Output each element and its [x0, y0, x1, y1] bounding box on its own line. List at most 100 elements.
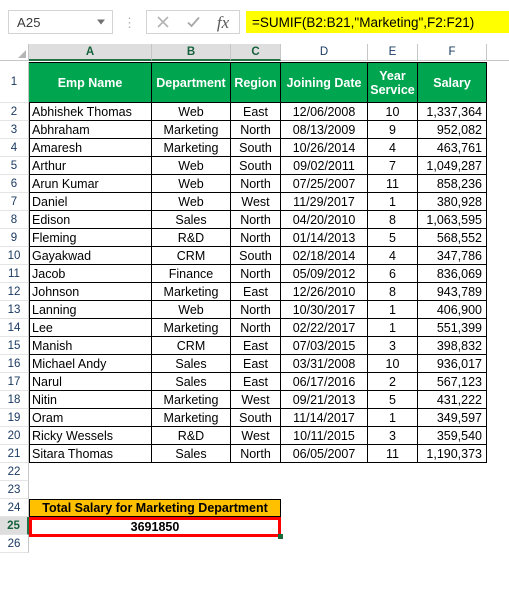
- row-header-16[interactable]: 16: [0, 355, 29, 373]
- table-cell-date[interactable]: 01/14/2013: [281, 229, 368, 247]
- cancel-x-icon[interactable]: [153, 12, 173, 32]
- table-cell-region[interactable]: North: [231, 175, 281, 193]
- table-cell-dept[interactable]: Marketing: [152, 319, 231, 337]
- table-cell-region[interactable]: North: [231, 211, 281, 229]
- table-cell-region[interactable]: East: [231, 283, 281, 301]
- table-cell-salary[interactable]: 1,190,373: [418, 445, 487, 463]
- table-cell-name[interactable]: Abhraham: [29, 121, 152, 139]
- table-cell-date[interactable]: 09/21/2013: [281, 391, 368, 409]
- table-cell-dept[interactable]: Web: [152, 175, 231, 193]
- row-header-6[interactable]: 6: [0, 175, 29, 193]
- table-cell-name[interactable]: Oram: [29, 409, 152, 427]
- table-cell-dept[interactable]: Web: [152, 301, 231, 319]
- column-header-c[interactable]: C: [231, 44, 281, 61]
- table-cell-name[interactable]: Amaresh: [29, 139, 152, 157]
- table-cell-name[interactable]: Fleming: [29, 229, 152, 247]
- table-cell-date[interactable]: 06/05/2007: [281, 445, 368, 463]
- table-column-header[interactable]: Joining Date: [281, 63, 368, 103]
- table-cell-region[interactable]: North: [231, 445, 281, 463]
- table-cell-years[interactable]: 8: [368, 283, 418, 301]
- table-column-header[interactable]: Year Service: [368, 63, 418, 103]
- table-cell-salary[interactable]: 380,928: [418, 193, 487, 211]
- table-cell-salary[interactable]: 349,597: [418, 409, 487, 427]
- table-cell-salary[interactable]: 406,900: [418, 301, 487, 319]
- table-cell-dept[interactable]: Marketing: [152, 139, 231, 157]
- table-cell-region[interactable]: South: [231, 139, 281, 157]
- table-cell-name[interactable]: Abhishek Thomas: [29, 103, 152, 121]
- row-header-12[interactable]: 12: [0, 283, 29, 301]
- table-cell-dept[interactable]: CRM: [152, 337, 231, 355]
- summary-label-cell[interactable]: Total Salary for Marketing Department: [29, 499, 281, 517]
- row-header-11[interactable]: 11: [0, 265, 29, 283]
- table-cell-salary[interactable]: 398,832: [418, 337, 487, 355]
- table-cell-date[interactable]: 10/26/2014: [281, 139, 368, 157]
- table-cell-name[interactable]: Jacob: [29, 265, 152, 283]
- table-cell-region[interactable]: West: [231, 391, 281, 409]
- table-cell-dept[interactable]: Web: [152, 193, 231, 211]
- table-cell-dept[interactable]: R&D: [152, 229, 231, 247]
- table-cell-salary[interactable]: 836,069: [418, 265, 487, 283]
- row-header-14[interactable]: 14: [0, 319, 29, 337]
- table-cell-name[interactable]: Ricky Wessels: [29, 427, 152, 445]
- table-cell-region[interactable]: South: [231, 247, 281, 265]
- table-cell-date[interactable]: 08/13/2009: [281, 121, 368, 139]
- row-header-9[interactable]: 9: [0, 229, 29, 247]
- table-cell-salary[interactable]: 567,123: [418, 373, 487, 391]
- row-header-13[interactable]: 13: [0, 301, 29, 319]
- table-cell-years[interactable]: 8: [368, 211, 418, 229]
- table-cell-region[interactable]: East: [231, 355, 281, 373]
- table-cell-name[interactable]: Gayakwad: [29, 247, 152, 265]
- table-cell-date[interactable]: 11/14/2017: [281, 409, 368, 427]
- table-cell-dept[interactable]: Marketing: [152, 391, 231, 409]
- table-cell-name[interactable]: Johnson: [29, 283, 152, 301]
- table-cell-years[interactable]: 9: [368, 121, 418, 139]
- table-cell-years[interactable]: 4: [368, 247, 418, 265]
- name-box[interactable]: A25: [8, 10, 113, 34]
- table-cell-region[interactable]: North: [231, 301, 281, 319]
- table-cell-dept[interactable]: Sales: [152, 211, 231, 229]
- table-cell-years[interactable]: 10: [368, 103, 418, 121]
- row-header-20[interactable]: 20: [0, 427, 29, 445]
- table-cell-salary[interactable]: 1,063,595: [418, 211, 487, 229]
- table-cell-salary[interactable]: 463,761: [418, 139, 487, 157]
- chevron-down-icon[interactable]: [97, 19, 105, 25]
- table-cell-date[interactable]: 12/06/2008: [281, 103, 368, 121]
- table-cell-name[interactable]: Nitin: [29, 391, 152, 409]
- row-header-24[interactable]: 24: [0, 499, 29, 517]
- table-cell-region[interactable]: East: [231, 337, 281, 355]
- column-header-f[interactable]: F: [418, 44, 487, 61]
- table-cell-date[interactable]: 07/03/2015: [281, 337, 368, 355]
- table-cell-dept[interactable]: Finance: [152, 265, 231, 283]
- table-cell-dept[interactable]: Marketing: [152, 121, 231, 139]
- table-cell-region[interactable]: West: [231, 193, 281, 211]
- table-cell-name[interactable]: Narul: [29, 373, 152, 391]
- table-cell-dept[interactable]: Marketing: [152, 409, 231, 427]
- table-cell-salary[interactable]: 858,236: [418, 175, 487, 193]
- table-cell-region[interactable]: East: [231, 103, 281, 121]
- row-header-4[interactable]: 4: [0, 139, 29, 157]
- table-cell-years[interactable]: 7: [368, 157, 418, 175]
- table-cell-dept[interactable]: Marketing: [152, 283, 231, 301]
- row-header-18[interactable]: 18: [0, 391, 29, 409]
- table-cell-salary[interactable]: 1,337,364: [418, 103, 487, 121]
- table-cell-salary[interactable]: 936,017: [418, 355, 487, 373]
- table-cell-years[interactable]: 1: [368, 319, 418, 337]
- row-header-22[interactable]: 22: [0, 463, 29, 481]
- table-cell-date[interactable]: 10/30/2017: [281, 301, 368, 319]
- table-cell-region[interactable]: North: [231, 319, 281, 337]
- table-cell-dept[interactable]: Sales: [152, 355, 231, 373]
- column-header-d[interactable]: D: [281, 44, 368, 61]
- table-cell-date[interactable]: 11/29/2017: [281, 193, 368, 211]
- table-cell-region[interactable]: West: [231, 427, 281, 445]
- table-cell-date[interactable]: 10/11/2015: [281, 427, 368, 445]
- select-all-corner[interactable]: [0, 44, 29, 61]
- row-header-1[interactable]: 1: [0, 62, 29, 103]
- table-cell-date[interactable]: 09/02/2011: [281, 157, 368, 175]
- table-column-header[interactable]: Region: [231, 63, 281, 103]
- table-cell-dept[interactable]: R&D: [152, 427, 231, 445]
- table-cell-date[interactable]: 02/18/2014: [281, 247, 368, 265]
- table-cell-years[interactable]: 3: [368, 337, 418, 355]
- table-column-header[interactable]: Emp Name: [29, 63, 152, 103]
- table-cell-name[interactable]: Edison: [29, 211, 152, 229]
- table-cell-years[interactable]: 3: [368, 427, 418, 445]
